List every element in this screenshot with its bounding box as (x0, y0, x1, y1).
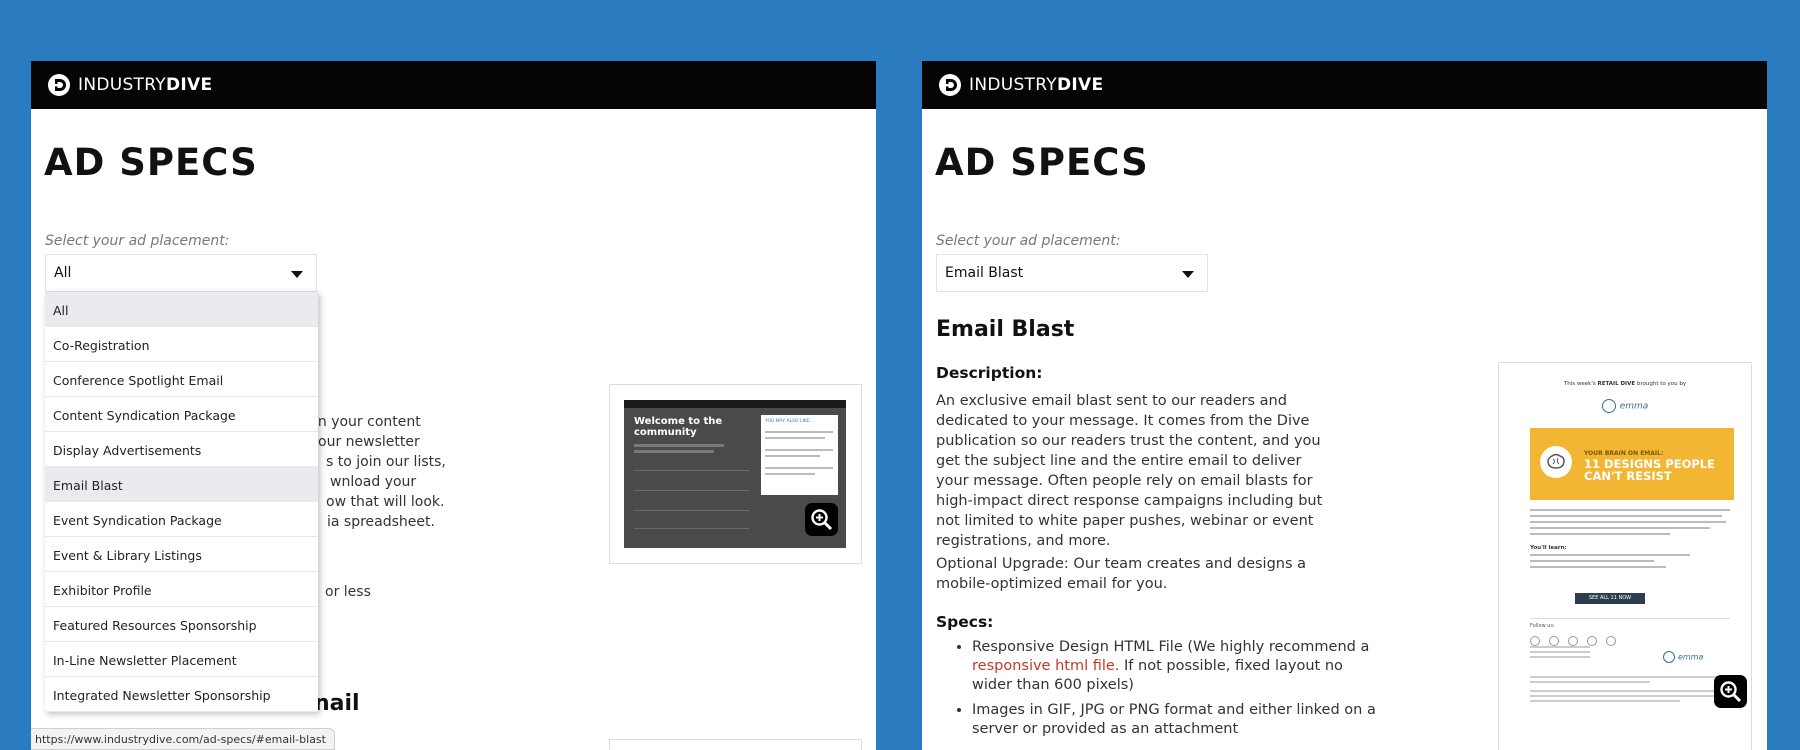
dropdown-option[interactable]: Conference Spotlight Email (45, 362, 318, 397)
description-heading: Description: (936, 364, 1043, 382)
section-heading-fragment: nail (314, 691, 360, 716)
dropdown-option[interactable]: Integrated Newsletter Sponsorship (45, 677, 318, 712)
chevron-down-icon (1182, 271, 1194, 278)
dropdown-option[interactable]: In-Line Newsletter Placement (45, 642, 318, 677)
site-header: INDUSTRYDIVE (31, 61, 876, 109)
brain-icon (1540, 446, 1572, 478)
chevron-down-icon (291, 271, 303, 278)
thumbnail-image: This week's RETAIL DIVE brought to you b… (1507, 371, 1743, 743)
section-title: Email Blast (936, 317, 1075, 342)
select-value: All (54, 265, 72, 281)
browser-page-right: INDUSTRYDIVE AD SPECS Select your ad pla… (922, 61, 1767, 750)
optional-upgrade-text: Optional Upgrade: Our team creates and d… (936, 556, 1307, 592)
specs-list: Responsive Design HTML File (We highly r… (936, 638, 1382, 745)
sponsor-logo: emma (1507, 399, 1743, 413)
industry-dive-logo[interactable]: INDUSTRYDIVE (47, 71, 212, 99)
select-label: Select your ad placement: (936, 233, 1121, 249)
industry-dive-logo-icon (939, 74, 961, 96)
dropdown-option[interactable]: Event & Library Listings (45, 537, 318, 572)
dropdown-option[interactable]: Display Advertisements (45, 432, 318, 467)
page-title: AD SPECS (44, 141, 258, 184)
logo-text: INDUSTRYDIVE (78, 75, 213, 95)
dropdown-option[interactable]: Email Blast (45, 467, 318, 502)
email-blast-thumbnail[interactable]: This week's RETAIL DIVE brought to you b… (1498, 362, 1752, 750)
thumbnail-cta: SEE ALL 11 NOW (1575, 593, 1645, 604)
dropdown-option[interactable]: Featured Resources Sponsorship (45, 607, 318, 642)
dropdown-option[interactable]: Content Syndication Package (45, 397, 318, 432)
industry-dive-logo[interactable]: INDUSTRYDIVE (938, 71, 1103, 99)
page-title: AD SPECS (935, 141, 1149, 184)
email-body-lines: You'll learn: (1530, 509, 1730, 572)
spec-item: Responsive Design HTML File (We highly r… (972, 638, 1382, 695)
footer-sponsor-logo: emma (1663, 651, 1703, 663)
select-value: Email Blast (945, 265, 1024, 281)
site-header: INDUSTRYDIVE (922, 61, 1767, 109)
bg-description-text: gn your content our newsletter s to join… (309, 414, 446, 530)
email-banner: YOUR BRAIN ON EMAIL: 11 DESIGNS PEOPLE C… (1530, 428, 1734, 500)
dropdown-option[interactable]: Co-Registration (45, 327, 318, 362)
ad-example-thumbnail[interactable]: Welcome to the community YOU MAY ALSO LI… (609, 384, 862, 564)
footer-lines (1530, 646, 1590, 658)
zoom-in-icon (811, 509, 833, 531)
zoom-in-button[interactable] (1714, 675, 1747, 708)
thumbnail-sidebar: YOU MAY ALSO LIKE... (761, 415, 838, 495)
bg-spec-text: or less (325, 584, 371, 600)
browser-page-left: INDUSTRYDIVE AD SPECS Select your ad pla… (31, 61, 876, 750)
footer-disclaimer-lines (1530, 676, 1730, 702)
ad-placement-select[interactable]: Email Blast (936, 254, 1208, 292)
spec-item: Images in GIF, JPG or PNG format and eit… (972, 701, 1382, 739)
thumbnail-preheader: This week's RETAIL DIVE brought to you b… (1563, 381, 1687, 387)
description-text: An exclusive email blast sent to our rea… (936, 393, 1323, 549)
zoom-in-button[interactable] (805, 503, 838, 536)
dropdown-option[interactable]: All (45, 292, 318, 327)
thumbnail-heading: Welcome to the community (634, 416, 723, 438)
ad-example-thumbnail-next[interactable] (609, 739, 862, 750)
select-label: Select your ad placement: (45, 233, 230, 249)
zoom-in-icon (1720, 681, 1742, 703)
dropdown-option[interactable]: Exhibitor Profile (45, 572, 318, 607)
ad-placement-dropdown: All Co-Registration Conference Spotlight… (45, 292, 318, 712)
logo-text: INDUSTRYDIVE (969, 75, 1104, 95)
industry-dive-logo-icon (48, 74, 70, 96)
ad-placement-select[interactable]: All (45, 254, 317, 292)
status-bar-url: https://www.industrydive.com/ad-specs/#e… (31, 728, 335, 750)
responsive-html-link[interactable]: responsive html file. (972, 658, 1119, 674)
dropdown-option[interactable]: Event Syndication Package (45, 502, 318, 537)
specs-heading: Specs: (936, 613, 994, 631)
